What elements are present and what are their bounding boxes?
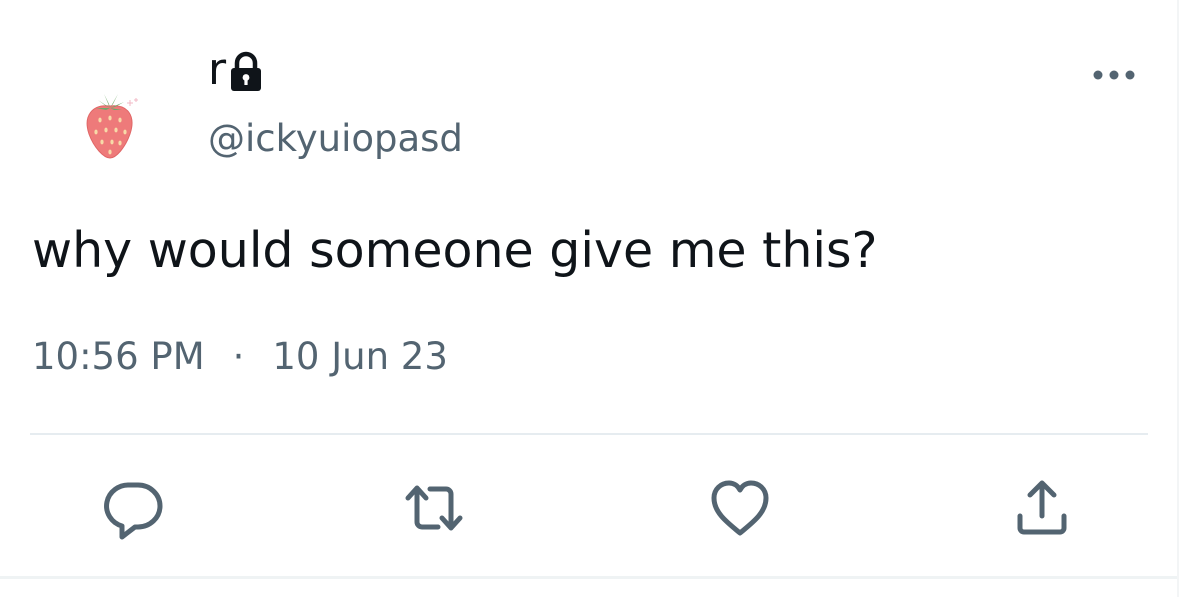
strawberry-icon bbox=[86, 94, 138, 159]
more-horizontal-icon bbox=[1093, 70, 1135, 80]
share-button[interactable] bbox=[1010, 476, 1074, 540]
reply-button[interactable] bbox=[102, 476, 166, 540]
tweet-text: why would someone give me this? bbox=[32, 222, 878, 279]
display-name[interactable]: r bbox=[208, 40, 226, 100]
tweet-date[interactable]: 10 Jun 23 bbox=[272, 330, 448, 384]
tweet-timestamp[interactable]: 10:56 PM · 10 Jun 23 bbox=[32, 330, 448, 384]
display-name-row[interactable]: r bbox=[208, 40, 264, 100]
reply-icon bbox=[104, 482, 163, 540]
like-button[interactable] bbox=[708, 476, 772, 540]
share-icon bbox=[1017, 480, 1067, 535]
meta-separator: · bbox=[232, 335, 245, 378]
bottom-divider bbox=[0, 576, 1179, 579]
tweet-card: r @ickyuiopasd why would someone give me… bbox=[0, 0, 1179, 597]
more-button[interactable] bbox=[1090, 58, 1140, 92]
avatar[interactable] bbox=[70, 82, 150, 162]
lock-icon bbox=[228, 51, 264, 93]
divider bbox=[30, 433, 1148, 435]
tweet-time[interactable]: 10:56 PM bbox=[32, 330, 205, 384]
retweet-button[interactable] bbox=[402, 476, 466, 540]
handle[interactable]: @ickyuiopasd bbox=[208, 114, 463, 164]
heart-icon bbox=[711, 480, 769, 536]
retweet-icon bbox=[405, 485, 463, 531]
